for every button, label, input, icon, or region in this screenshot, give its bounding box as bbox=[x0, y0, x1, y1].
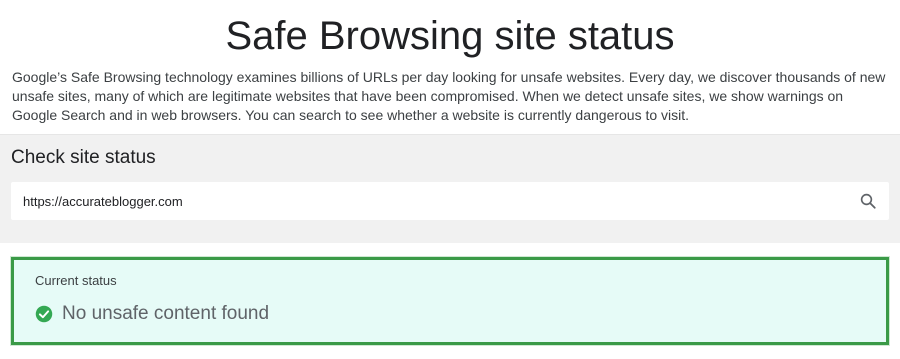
search-icon bbox=[860, 193, 876, 209]
site-url-input[interactable] bbox=[11, 182, 841, 220]
site-search-box bbox=[11, 182, 889, 220]
current-status-card: Current status No unsafe content found bbox=[11, 257, 889, 345]
check-site-panel: Check site status bbox=[0, 134, 900, 243]
check-site-heading: Check site status bbox=[11, 147, 156, 168]
check-circle-icon bbox=[35, 305, 53, 323]
intro-paragraph: Google’s Safe Browsing technology examin… bbox=[12, 69, 886, 123]
safe-browsing-page: Safe Browsing site status Google’s Safe … bbox=[0, 0, 900, 359]
status-result-row: No unsafe content found bbox=[35, 301, 269, 327]
status-result-text: No unsafe content found bbox=[62, 303, 270, 324]
current-status-label: Current status bbox=[35, 273, 117, 288]
page-header: Safe Browsing site status Google’s Safe … bbox=[0, 0, 900, 134]
search-button[interactable] bbox=[847, 182, 889, 220]
page-title: Safe Browsing site status bbox=[225, 14, 675, 58]
